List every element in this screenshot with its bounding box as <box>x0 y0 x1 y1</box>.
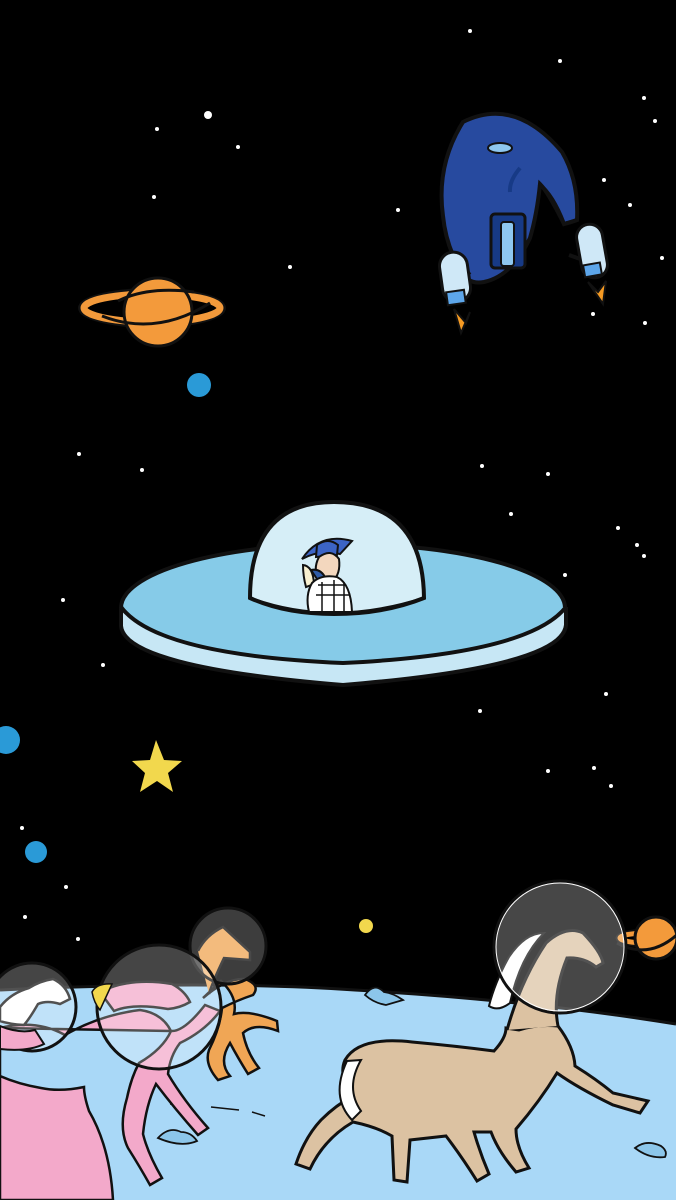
star-dot <box>152 195 156 199</box>
star-dot <box>155 127 159 131</box>
star-dot <box>140 468 144 472</box>
star-dot <box>591 312 595 316</box>
star-dot <box>546 769 550 773</box>
star-dot <box>204 111 212 119</box>
star-dot <box>77 452 81 456</box>
star-dot <box>642 96 646 100</box>
star-dot <box>635 543 639 547</box>
star-dot <box>101 663 105 667</box>
star-dot <box>480 464 484 468</box>
space-scene <box>0 0 676 1200</box>
star-dot <box>616 526 620 530</box>
star-dot <box>602 178 606 182</box>
star-dot <box>563 573 567 577</box>
star-dot <box>660 256 664 260</box>
star-dot <box>468 29 472 33</box>
star-dot <box>20 826 24 830</box>
illustration-canvas <box>0 0 676 1200</box>
star-dot <box>592 766 596 770</box>
star-dot <box>609 784 613 788</box>
star-dot <box>509 512 513 516</box>
star-dot <box>61 598 65 602</box>
star-dot <box>628 203 632 207</box>
star-dot <box>643 321 647 325</box>
star-dot <box>76 937 80 941</box>
star-dot <box>64 885 68 889</box>
star-dot <box>288 265 292 269</box>
star-dot <box>558 59 562 63</box>
star-dot <box>642 554 646 558</box>
star-dot <box>396 208 400 212</box>
star-dot <box>478 709 482 713</box>
star-dot <box>23 915 27 919</box>
white-horse <box>0 961 78 1053</box>
star-dot <box>653 119 657 123</box>
star-dot <box>546 472 550 476</box>
small-yellow-planet <box>359 919 373 933</box>
star-dot <box>236 145 240 149</box>
star-dot <box>604 692 608 696</box>
